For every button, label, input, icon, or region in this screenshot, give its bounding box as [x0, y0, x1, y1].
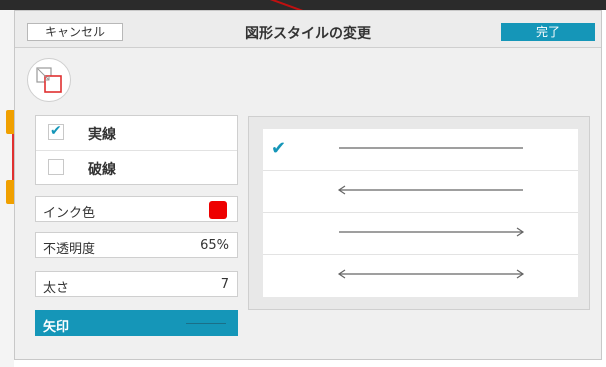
shape-style-dialog: キャンセル 図形スタイルの変更 完了 ✔ 実線 破線 インク色 不透明度 65%	[14, 10, 602, 360]
plain-line-icon	[339, 147, 523, 149]
line-width-label: 太さ	[43, 281, 70, 296]
start-arrow-icon	[337, 185, 523, 195]
dashed-line-label: 破線	[88, 162, 116, 178]
checkmark-icon: ✔	[271, 138, 287, 159]
opacity-label: 不透明度	[43, 242, 96, 257]
line-width-field[interactable]: 太さ 7	[35, 271, 238, 297]
dialog-header: キャンセル 図形スタイルの変更 完了	[15, 11, 601, 48]
line-type-group: ✔ 実線 破線	[35, 115, 238, 185]
opacity-field[interactable]: 不透明度 65%	[35, 232, 238, 258]
ink-color-label: インク色	[43, 206, 96, 221]
dashed-line-option[interactable]: 破線	[36, 151, 237, 185]
solid-line-checkbox[interactable]: ✔	[48, 123, 64, 140]
ink-color-swatch[interactable]	[209, 201, 227, 219]
arrow-style-preview	[186, 323, 226, 324]
done-button[interactable]: 完了	[501, 23, 595, 41]
ink-color-field[interactable]: インク色	[35, 196, 238, 222]
arrow-option-end[interactable]	[263, 213, 578, 255]
background-tab-marker	[6, 180, 14, 204]
solid-line-option[interactable]: ✔ 実線	[36, 116, 237, 151]
arrow-option-both[interactable]	[263, 255, 578, 297]
line-width-value: 7	[220, 277, 229, 292]
arrow-option-start[interactable]	[263, 171, 578, 213]
dashed-line-checkbox[interactable]	[48, 159, 64, 175]
arrow-options-panel: ✔	[248, 116, 590, 310]
checkmark-icon: ✔	[50, 123, 62, 139]
arrow-field[interactable]: 矢印	[35, 310, 238, 336]
solid-line-label: 実線	[88, 127, 116, 143]
opacity-value: 65%	[200, 238, 229, 253]
background-app-toolbar	[0, 0, 606, 10]
arrow-label: 矢印	[43, 320, 70, 335]
shape-preview-icon	[27, 58, 71, 102]
end-arrow-icon	[339, 227, 525, 237]
background-tab-marker	[6, 110, 14, 134]
arrow-option-none[interactable]: ✔	[263, 129, 578, 171]
double-arrow-icon	[337, 269, 525, 279]
